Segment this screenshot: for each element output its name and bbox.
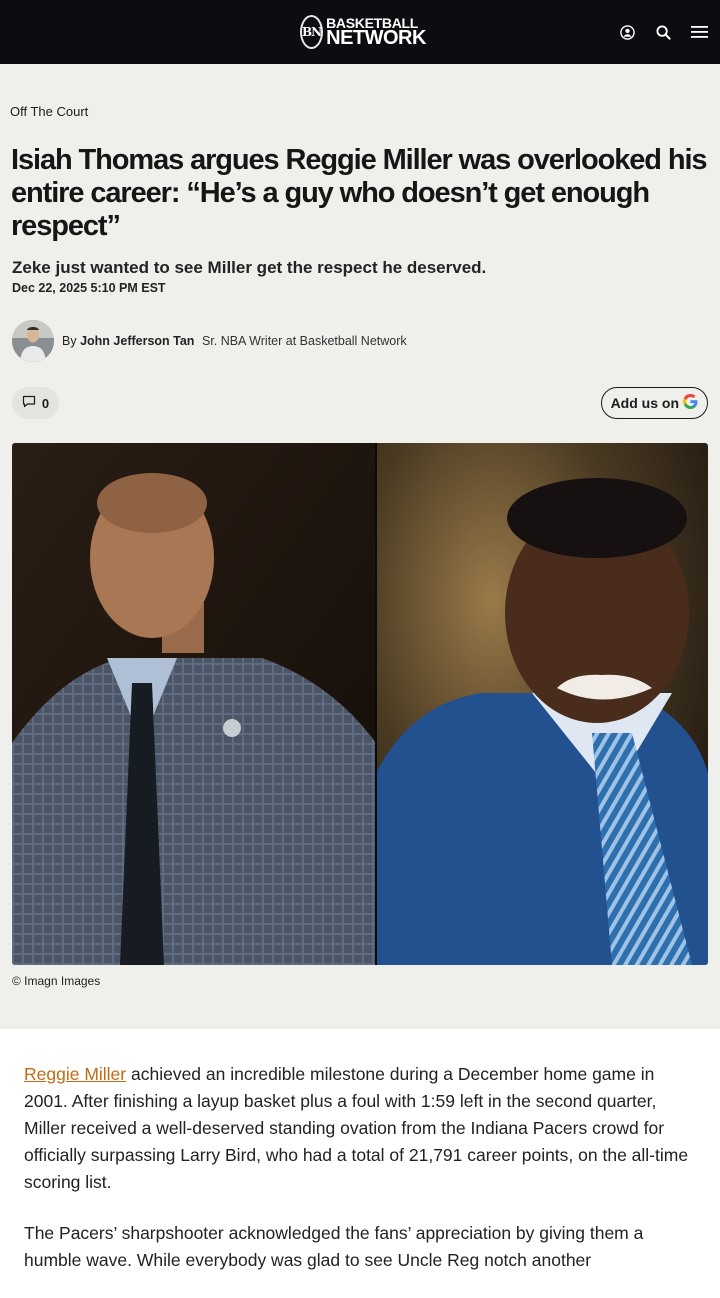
author-role: Sr. NBA Writer at Basketball Network bbox=[201, 334, 407, 348]
logo-line2: NETWORK bbox=[326, 27, 426, 50]
reggie-miller-link[interactable]: Reggie Miller bbox=[24, 1064, 126, 1084]
article-headline: Isiah Thomas argues Reggie Miller was ov… bbox=[11, 144, 708, 242]
author-block: By John Jefferson Tan Sr. NBA Writer at … bbox=[12, 320, 407, 362]
image-credit: © Imagn Images bbox=[12, 974, 101, 988]
add-us-on-google-button[interactable]: Add us on bbox=[600, 387, 708, 419]
search-icon[interactable] bbox=[654, 20, 672, 44]
author-avatar[interactable] bbox=[12, 320, 54, 362]
hero-image bbox=[12, 443, 708, 965]
account-icon[interactable] bbox=[618, 20, 636, 44]
author-name[interactable]: John Jefferson Tan bbox=[80, 334, 194, 348]
site-logo[interactable]: BN BASKETBALL NETWORK bbox=[300, 12, 426, 52]
comment-count: 0 bbox=[41, 395, 50, 411]
menu-icon[interactable] bbox=[690, 20, 708, 44]
paragraph-2: The Pacers’ sharpshooter acknowledged th… bbox=[24, 1223, 644, 1270]
comment-icon bbox=[22, 395, 36, 411]
logo-badge-icon: BN bbox=[300, 15, 324, 49]
publish-date: Dec 22, 2025 5:10 PM EST bbox=[12, 281, 166, 295]
top-nav-bar: BN BASKETBALL NETWORK bbox=[0, 0, 720, 64]
add-us-label: Add us on bbox=[610, 395, 679, 411]
google-icon bbox=[683, 394, 698, 412]
article-subheadline: Zeke just wanted to see Miller get the r… bbox=[12, 258, 487, 277]
author-prefix: By bbox=[62, 334, 77, 348]
paragraph-1: Reggie Miller achieved an incredible mil… bbox=[24, 1064, 689, 1192]
article-body: Reggie Miller achieved an incredible mil… bbox=[24, 1061, 700, 1298]
comments-button[interactable]: 0 bbox=[12, 387, 59, 419]
category-link[interactable]: Off The Court bbox=[10, 104, 88, 119]
